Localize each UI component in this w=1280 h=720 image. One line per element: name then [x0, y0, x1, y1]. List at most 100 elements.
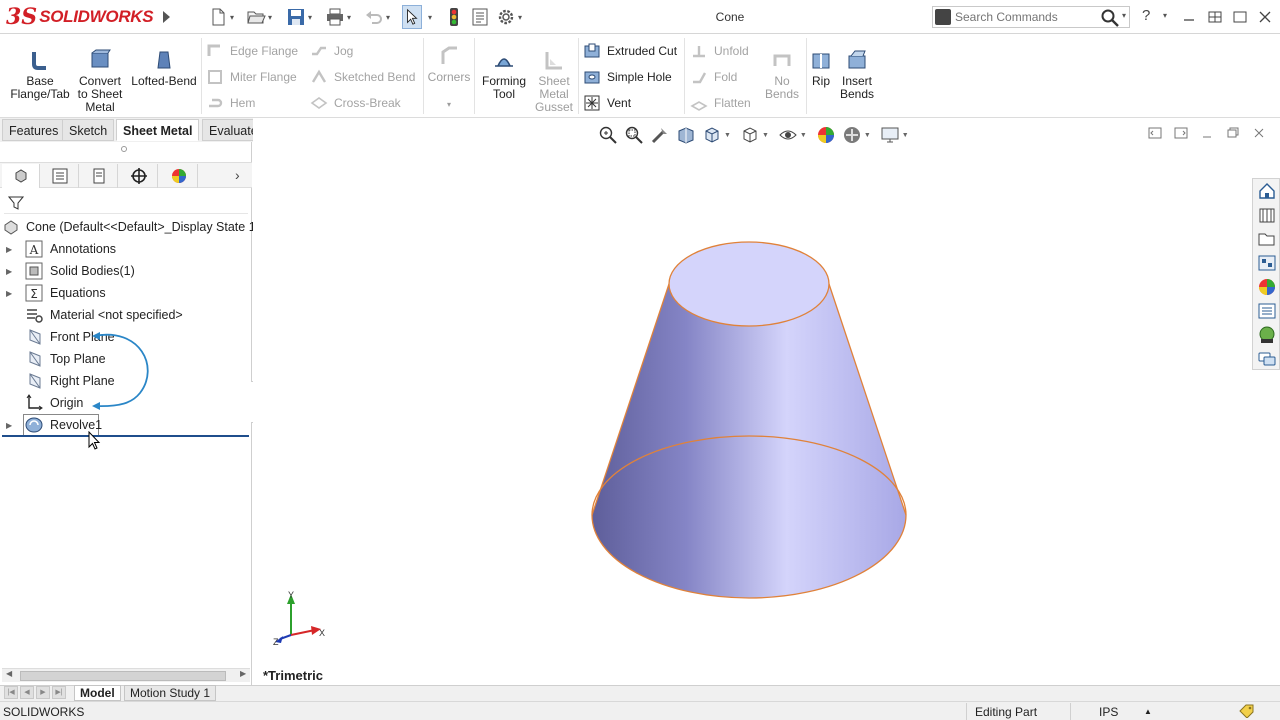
status-units[interactable]: IPS	[1099, 705, 1118, 719]
configurationmanager-tab[interactable]	[80, 164, 118, 188]
display-manager-tab[interactable]	[160, 164, 198, 188]
chevron-down-icon[interactable]: ▾	[1122, 11, 1126, 20]
rebuild-button[interactable]	[444, 6, 464, 28]
cross-break-button[interactable]: Cross-Break	[310, 92, 401, 114]
view-palette-icon[interactable]	[1257, 253, 1277, 273]
tab-motion-study-1[interactable]: Motion Study 1	[124, 685, 217, 701]
tree-item-equations[interactable]: ▶ Σ Equations	[0, 282, 252, 304]
print-button[interactable]: ▾	[325, 6, 355, 28]
chevron-down-icon[interactable]: ▾	[428, 6, 432, 28]
design-library-icon[interactable]	[1257, 205, 1277, 225]
flatten-button[interactable]: Flatten	[690, 92, 751, 114]
search-commands-box[interactable]	[932, 6, 1130, 28]
unfold-button[interactable]: Unfold	[690, 40, 749, 62]
tree-item-annotations[interactable]: ▶ A Annotations	[0, 238, 252, 260]
insert-bends-button[interactable]: Insert Bends	[836, 48, 878, 101]
jog-button[interactable]: Jog	[310, 40, 353, 62]
solidworks-logo[interactable]: 3S SOLIDWORKS	[6, 3, 156, 31]
minimize-icon[interactable]	[1180, 8, 1198, 26]
tree-horizontal-scrollbar[interactable]: ◀ ▶	[2, 668, 250, 682]
viewport-minimize-icon[interactable]	[1200, 126, 1214, 140]
chevron-down-icon[interactable]: ▼	[800, 132, 807, 139]
lofted-bend-button[interactable]: Lofted-Bend	[130, 48, 198, 88]
chevron-right-icon[interactable]: ›	[235, 167, 240, 183]
corners-button[interactable]: Corners ▾	[426, 44, 472, 111]
extruded-cut-button[interactable]: Extruded Cut	[583, 40, 677, 62]
miter-flange-button[interactable]: Miter Flange	[206, 66, 297, 88]
tab-features[interactable]: Features	[2, 119, 66, 141]
featuremanager-tree-tab[interactable]	[2, 164, 40, 188]
view-orientation-button[interactable]	[739, 125, 761, 145]
zoom-to-area-button[interactable]	[623, 125, 645, 145]
solidworks-forum-icon[interactable]	[1257, 325, 1277, 345]
expand-arrow-icon[interactable]: ▶	[6, 421, 16, 430]
vent-button[interactable]: Vent	[583, 92, 631, 114]
viewport-restore-icon[interactable]	[1226, 126, 1240, 140]
last-tab-arrow-icon[interactable]: ▶|	[52, 686, 66, 699]
chevron-up-icon[interactable]: ▲	[1144, 707, 1152, 716]
tab-sheet-metal[interactable]: Sheet Metal	[116, 119, 200, 141]
tree-root-part[interactable]: Cone (Default<<Default>_Display State 1>	[0, 216, 263, 238]
cone-model[interactable]: Y X Z	[253, 118, 1280, 685]
search-input[interactable]	[955, 9, 1095, 25]
chevron-down-icon[interactable]: ▾	[426, 98, 472, 111]
help-button[interactable]: ?	[1142, 7, 1150, 24]
apply-scene-button[interactable]	[841, 125, 863, 145]
expand-arrow-icon[interactable]: ▶	[6, 289, 16, 298]
zoom-to-fit-button[interactable]	[597, 125, 619, 145]
open-button[interactable]: ▾	[246, 6, 276, 28]
tree-item-revolve1[interactable]: ▶ Revolve1	[0, 414, 252, 436]
hem-button[interactable]: Hem	[206, 92, 255, 114]
chevron-down-icon[interactable]: ▼	[724, 132, 731, 139]
save-button[interactable]: ▾	[286, 6, 316, 28]
options-button[interactable]: ▾	[496, 6, 526, 28]
chevron-down-icon[interactable]: ▼	[864, 132, 871, 139]
new-document-button[interactable]: ▾	[208, 6, 238, 28]
tree-item-material[interactable]: Material <not specified>	[0, 304, 252, 326]
scrollbar-thumb[interactable]	[20, 671, 226, 681]
sheet-metal-gusset-button[interactable]: Sheet Metal Gusset	[532, 48, 576, 114]
edit-appearance-button[interactable]	[815, 125, 837, 145]
expand-arrow-icon[interactable]: ▶	[6, 245, 16, 254]
next-tab-arrow-icon[interactable]: ▶	[36, 686, 50, 699]
dynamic-annotation-views-button[interactable]	[701, 125, 723, 145]
search-icon[interactable]	[1100, 8, 1120, 28]
sketched-bend-button[interactable]: Sketched Bend	[310, 66, 415, 88]
tab-sketch[interactable]: Sketch	[62, 119, 115, 141]
rip-button[interactable]: Rip	[808, 48, 834, 88]
previous-tab-arrow-icon[interactable]: ◀	[20, 686, 34, 699]
maximize-icon[interactable]	[1231, 8, 1249, 26]
propertymanager-tab[interactable]	[41, 164, 79, 188]
viewport-previous-icon[interactable]	[1148, 126, 1162, 140]
custom-properties-icon[interactable]	[1257, 301, 1277, 321]
previous-view-button[interactable]	[649, 125, 671, 145]
chevron-down-icon[interactable]: ▾	[1163, 11, 1167, 20]
tree-item-solid-bodies[interactable]: ▶ Solid Bodies(1)	[0, 260, 252, 282]
view-settings-button[interactable]	[879, 125, 901, 145]
viewport-close-icon[interactable]	[1252, 126, 1266, 140]
no-bends-button[interactable]: No Bends	[760, 48, 804, 101]
section-view-button[interactable]	[675, 125, 697, 145]
forming-tool-button[interactable]: Forming Tool	[478, 48, 530, 101]
tile-windows-icon[interactable]	[1206, 8, 1224, 26]
undo-button[interactable]: ▾	[364, 6, 394, 28]
fold-button[interactable]: Fold	[690, 66, 737, 88]
chevron-down-icon[interactable]: ▼	[762, 132, 769, 139]
chat-bubble-icon[interactable]	[1257, 349, 1277, 369]
cone-top-face[interactable]	[668, 241, 830, 327]
base-flange-button[interactable]: Base Flange/Tab	[8, 48, 72, 101]
tab-model[interactable]: Model	[74, 685, 121, 701]
appearances-scenes-icon[interactable]	[1257, 277, 1277, 297]
hide-show-items-button[interactable]	[777, 125, 799, 145]
solidworks-resources-home-icon[interactable]	[1257, 181, 1277, 201]
edge-flange-button[interactable]: Edge Flange	[206, 40, 298, 62]
scroll-left-icon[interactable]: ◀	[6, 669, 12, 678]
chevron-down-icon[interactable]: ▼	[902, 132, 909, 139]
rollback-bar[interactable]	[2, 435, 249, 437]
tree-filter[interactable]	[4, 192, 248, 214]
select-tool-button[interactable]	[402, 5, 422, 29]
simple-hole-button[interactable]: Simple Hole	[583, 66, 672, 88]
viewport-next-icon[interactable]	[1174, 126, 1188, 140]
file-explorer-icon[interactable]	[1257, 229, 1277, 249]
panel-grip-handle[interactable]	[121, 146, 127, 152]
